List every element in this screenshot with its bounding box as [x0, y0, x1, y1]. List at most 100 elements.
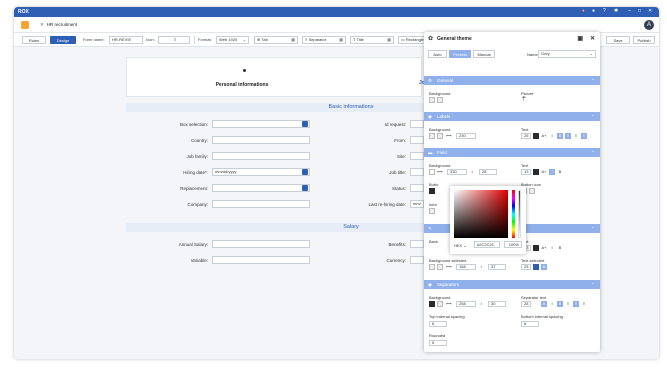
- mode-auto-button[interactable]: Auto: [428, 50, 447, 58]
- buttons-font-size-button[interactable]: A+: [541, 245, 547, 251]
- variable-input[interactable]: [212, 256, 310, 264]
- tab-hr-recruitment[interactable]: ✕ HR recruitment: [36, 20, 81, 30]
- saturation-value-area[interactable]: [454, 190, 508, 238]
- hiring-date-input[interactable]: mm/dd/yyyy: [212, 168, 310, 176]
- align-left-icon[interactable]: ≡: [565, 301, 571, 307]
- box-selection-picker-button[interactable]: [302, 121, 308, 127]
- field-text-color[interactable]: [533, 169, 539, 175]
- color-format-select[interactable]: HEX ⌄: [454, 243, 467, 248]
- bottom-spacing-input[interactable]: 6: [521, 321, 539, 327]
- benefits-input[interactable]: [410, 240, 424, 248]
- field-italic-button[interactable]: I: [549, 169, 555, 175]
- separators-height-input[interactable]: 30: [488, 301, 506, 307]
- general-bg-swatch-2[interactable]: [437, 97, 443, 103]
- field-width-input[interactable]: 330: [447, 169, 467, 175]
- align-left-icon[interactable]: ≡: [565, 133, 571, 139]
- separator-italic-button[interactable]: I: [549, 301, 555, 307]
- text-selected-size[interactable]: 25: [521, 264, 531, 270]
- mode-presets-button[interactable]: Presets: [449, 50, 471, 58]
- picture-upload-icon[interactable]: ⍑: [522, 97, 526, 104]
- buttons-bold-button[interactable]: B: [557, 245, 563, 251]
- format-select[interactable]: Web 1920 ⌄: [216, 36, 249, 44]
- labels-bg-swatch-2[interactable]: [437, 133, 443, 139]
- rules-button[interactable]: Rules: [22, 36, 46, 44]
- country-input[interactable]: [212, 136, 310, 144]
- close-window-icon[interactable]: ✕: [648, 8, 652, 14]
- top-spacing-input[interactable]: 6: [429, 321, 447, 327]
- publish-button[interactable]: Publish: [633, 36, 655, 44]
- labels-italic-button[interactable]: I: [549, 133, 555, 139]
- replacement-picker-button[interactable]: [302, 185, 308, 191]
- field-bold-button[interactable]: B: [557, 169, 563, 175]
- separator-text-size[interactable]: 28: [521, 301, 531, 307]
- currency-input[interactable]: [410, 256, 424, 264]
- field-text-size[interactable]: 13: [521, 169, 531, 175]
- field-button-color[interactable]: [429, 188, 435, 194]
- form-name-input[interactable]: HR-REVIE: [109, 36, 143, 44]
- close-icon[interactable]: ✕: [590, 35, 595, 42]
- text-selected-color[interactable]: [533, 264, 539, 270]
- field-inline-swatch[interactable]: [429, 208, 435, 214]
- bg-selected-width-input[interactable]: 158: [456, 264, 476, 270]
- labels-text-color[interactable]: [533, 133, 539, 139]
- hex-input[interactable]: #2C2C2C: [474, 241, 500, 248]
- job-family-input[interactable]: [212, 152, 310, 160]
- site-input[interactable]: [410, 152, 424, 160]
- add-separator-button[interactable]: ≡ Separator ▦: [302, 36, 346, 44]
- separators-section-header[interactable]: ◉ Separators ⌃: [424, 280, 600, 289]
- box-selection-input[interactable]: [212, 120, 310, 128]
- align-center-icon[interactable]: ≡: [573, 133, 579, 139]
- status-input[interactable]: [410, 184, 424, 192]
- text-selected-bold-button[interactable]: B: [541, 264, 547, 270]
- labels-text-size[interactable]: 25: [521, 133, 531, 139]
- field-section-header[interactable]: ▬ Field ⌃: [424, 148, 600, 157]
- add-tab-button[interactable]: ⊕ Tab ▦: [254, 36, 298, 44]
- minimize-icon[interactable]: –: [628, 8, 631, 14]
- labels-section-header[interactable]: ◉ Labels ⌃: [424, 112, 600, 121]
- button-icon-swatch-2[interactable]: [529, 188, 535, 194]
- alert-icon[interactable]: ♦: [582, 8, 585, 14]
- icon-upload-field[interactable]: ⇧: [158, 36, 190, 44]
- rounded-input[interactable]: 5: [429, 340, 447, 346]
- labels-bold-button[interactable]: B: [557, 133, 563, 139]
- settings-icon[interactable]: ✱: [614, 8, 618, 14]
- separator-bold-button[interactable]: B: [557, 301, 563, 307]
- labels-font-size-button[interactable]: A+: [541, 133, 547, 139]
- separators-width-input[interactable]: 258: [456, 301, 476, 307]
- job-title-input[interactable]: [410, 168, 424, 176]
- alpha-slider[interactable]: [518, 190, 521, 238]
- align-center-icon[interactable]: ≡: [573, 301, 579, 307]
- save-button[interactable]: Save: [606, 36, 630, 44]
- mode-manual-button[interactable]: Manual: [473, 50, 495, 58]
- field-bg-swatch[interactable]: [429, 169, 435, 175]
- theme-name-select[interactable]: Grey ⌄: [538, 50, 596, 58]
- close-tab-icon[interactable]: ✕: [40, 22, 44, 27]
- separators-bg-swatch[interactable]: [429, 301, 435, 307]
- general-section-header[interactable]: ⚙ General ⌃: [424, 76, 600, 85]
- replacement-input[interactable]: [212, 184, 310, 192]
- company-input[interactable]: [212, 200, 310, 208]
- general-bg-swatch[interactable]: [429, 97, 435, 103]
- design-button[interactable]: Design: [50, 36, 76, 44]
- add-title-button[interactable]: T Title ▦: [350, 36, 394, 44]
- app-icon[interactable]: [21, 21, 29, 29]
- calendar-icon[interactable]: [302, 169, 308, 175]
- help-icon[interactable]: ?: [603, 8, 606, 14]
- separators-bg-swatch-2[interactable]: [437, 301, 443, 307]
- maximize-icon[interactable]: □: [638, 8, 641, 14]
- from-input[interactable]: [410, 136, 424, 144]
- field-font-size-button[interactable]: A+: [541, 169, 547, 175]
- bg-selected-height-input[interactable]: 37: [488, 264, 506, 270]
- user-avatar[interactable]: A: [644, 20, 654, 30]
- bg-selected-swatch-2[interactable]: [437, 264, 443, 270]
- save-icon[interactable]: ▣: [577, 35, 583, 42]
- id-request-input[interactable]: [410, 120, 424, 128]
- hue-slider[interactable]: [512, 190, 515, 238]
- annual-salary-input[interactable]: [212, 240, 310, 248]
- labels-width-input[interactable]: 230: [456, 133, 476, 139]
- field-height-input[interactable]: 28: [479, 169, 497, 175]
- align-right-icon[interactable]: ≡: [581, 133, 587, 139]
- mic-icon[interactable]: ●: [592, 8, 595, 14]
- align-right-icon[interactable]: ≡: [581, 301, 587, 307]
- bg-selected-swatch[interactable]: [429, 264, 435, 270]
